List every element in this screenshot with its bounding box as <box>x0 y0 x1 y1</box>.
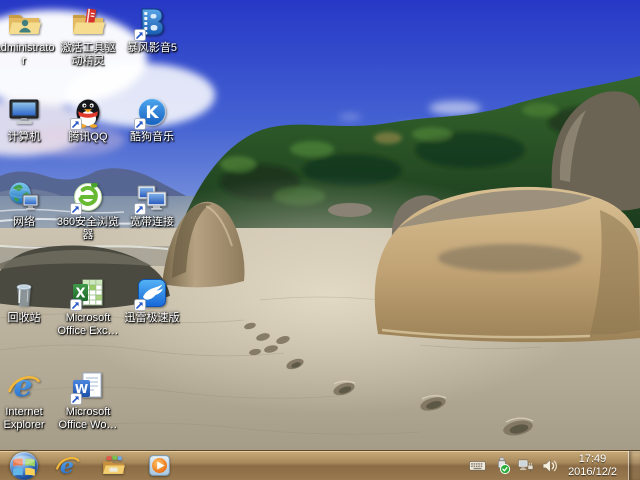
desktop-icon-recycle-bin[interactable]: 回收站 <box>0 276 56 325</box>
usb-safely-remove-icon[interactable] <box>492 456 511 475</box>
computer-icon <box>7 95 41 129</box>
clock[interactable]: 17:49 2016/12/2 <box>564 451 623 480</box>
desktop-icon-label: 回收站 <box>8 312 41 325</box>
user-folder-icon <box>7 6 41 40</box>
shortcut-arrow-icon <box>70 393 82 405</box>
taskbar-button-windows-explorer[interactable] <box>90 451 136 480</box>
taskbar-pinned-apps: e <box>44 451 182 480</box>
svg-text:e: e <box>13 370 32 404</box>
network-status-icon[interactable] <box>516 456 535 475</box>
desktop-icon-excel[interactable]: XMicrosoft Office Exc… <box>56 276 120 338</box>
desktop-icon-baofeng-player[interactable]: 暴风影音5 <box>120 6 184 55</box>
desktop-icon-label: 酷狗音乐 <box>130 131 174 144</box>
shortcut-arrow-icon <box>70 299 82 311</box>
qq-penguin-icon <box>71 95 105 129</box>
desktop-icon-label: Internet Explorer <box>0 406 56 432</box>
desktop-icon-internet-explorer[interactable]: eInternet Explorer <box>0 370 56 432</box>
system-tray: 17:49 2016/12/2 <box>468 451 640 480</box>
desktop-icon-kugou-music[interactable]: K 酷狗音乐 <box>120 95 184 144</box>
desktop-icon-360-browser[interactable]: 360安全浏览器 <box>56 180 120 242</box>
desktop-icon-label: 宽带连接 <box>130 216 174 229</box>
desktop-icon-label: Microsoft Office Wo… <box>56 406 120 432</box>
desktop-icon-label: 360安全浏览器 <box>56 216 120 242</box>
svg-text:e: e <box>60 453 74 478</box>
thunder-icon <box>135 276 169 310</box>
shortcut-arrow-icon <box>134 203 146 215</box>
tray-icons <box>468 456 559 475</box>
desktop-icon-thunder[interactable]: 迅雷极速版 <box>120 276 184 325</box>
internet-explorer-icon: e <box>7 370 41 404</box>
volume-icon[interactable] <box>540 456 559 475</box>
excel-icon: X <box>71 276 105 310</box>
desktop-icon-label: 暴风影音5 <box>127 42 177 55</box>
desktop-icon-label: 激活工具驱动精灵 <box>56 42 120 68</box>
desktop-icon-grid: Administrator激活工具驱动精灵暴风影音5 计算机 腾讯QQ K 酷狗音乐网络… <box>0 0 640 450</box>
360-browser-icon <box>71 180 105 214</box>
clock-time: 17:49 <box>579 453 607 466</box>
shortcut-arrow-icon <box>70 203 82 215</box>
desktop-icon-label: 迅雷极速版 <box>125 312 180 325</box>
desktop-icon-label: 网络 <box>13 216 35 229</box>
svg-text:K: K <box>145 103 159 123</box>
desktop[interactable]: Administrator激活工具驱动精灵暴风影音5 计算机 腾讯QQ K 酷狗音乐网络… <box>0 0 640 480</box>
shortcut-arrow-icon <box>70 118 82 130</box>
show-desktop-button[interactable] <box>628 451 640 480</box>
taskbar-button-windows-media-player[interactable] <box>136 451 182 480</box>
shortcut-arrow-icon <box>134 299 146 311</box>
network-globe-icon <box>7 180 41 214</box>
shortcut-arrow-icon <box>134 29 146 41</box>
tools-folder-icon <box>71 6 105 40</box>
desktop-icon-broadband[interactable]: 宽带连接 <box>120 180 184 229</box>
windows-explorer-icon <box>101 453 126 478</box>
input-method-keyboard-icon[interactable] <box>468 456 487 475</box>
internet-explorer-icon: e <box>55 453 80 478</box>
clock-date: 2016/12/2 <box>568 466 617 479</box>
start-button[interactable] <box>10 452 38 480</box>
desktop-icon-label: 腾讯QQ <box>68 131 107 144</box>
shortcut-arrow-icon <box>134 118 146 130</box>
windows-media-player-icon <box>147 453 172 478</box>
desktop-icon-network-globe[interactable]: 网络 <box>0 180 56 229</box>
windows-logo-icon <box>10 452 38 480</box>
desktop-icon-qq-penguin[interactable]: 腾讯QQ <box>56 95 120 144</box>
recycle-bin-icon <box>7 276 41 310</box>
taskbar-button-internet-explorer[interactable]: e <box>44 451 90 480</box>
desktop-icon-user-folder[interactable]: Administrator <box>0 6 56 68</box>
desktop-icon-word[interactable]: WMicrosoft Office Wo… <box>56 370 120 432</box>
baofeng-player-icon <box>135 6 169 40</box>
desktop-icon-label: Microsoft Office Exc… <box>56 312 120 338</box>
taskbar: e 17:49 2016/12/2 <box>0 450 640 480</box>
desktop-icon-label: Administrator <box>0 42 56 68</box>
word-icon: W <box>71 370 105 404</box>
broadband-icon <box>135 180 169 214</box>
desktop-icon-tools-folder[interactable]: 激活工具驱动精灵 <box>56 6 120 68</box>
desktop-icon-label: 计算机 <box>8 131 41 144</box>
desktop-icon-computer[interactable]: 计算机 <box>0 95 56 144</box>
kugou-music-icon: K <box>135 95 169 129</box>
